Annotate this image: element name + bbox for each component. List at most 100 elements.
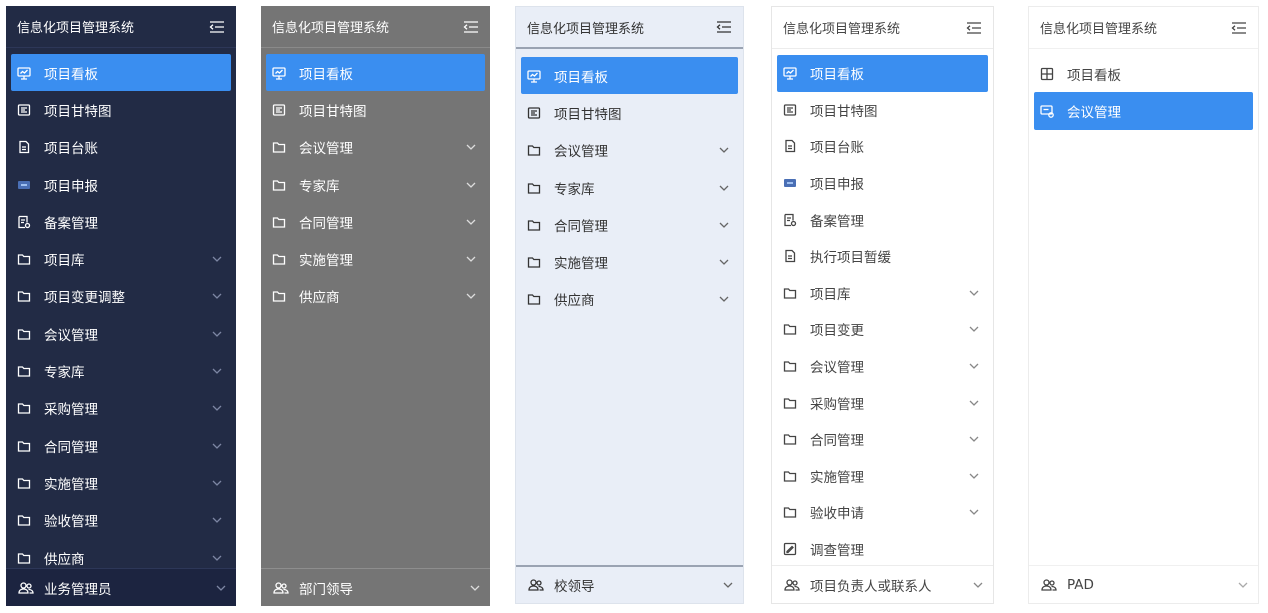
dashboard-icon: [272, 66, 286, 80]
folder-icon: [783, 432, 797, 446]
app-title: 信息化项目管理系统: [17, 21, 135, 36]
record-icon: [783, 213, 797, 227]
chevron-down-icon: [968, 433, 980, 445]
menu-item[interactable]: 项目库: [777, 275, 988, 312]
folder-icon: [272, 178, 286, 192]
menu-item[interactable]: 验收申请: [777, 494, 988, 531]
user-role-switcher[interactable]: 校领导: [516, 565, 743, 603]
menu-item-label: 实施管理: [299, 253, 353, 270]
chevron-down-icon: [968, 360, 980, 372]
menu-item[interactable]: 项目申报: [777, 165, 988, 202]
folder-icon: [17, 551, 31, 565]
folder-icon: [17, 327, 31, 341]
menu-item-label: 会议管理: [44, 327, 98, 344]
menu-item[interactable]: 备案管理: [777, 201, 988, 238]
chevron-down-icon: [465, 141, 477, 153]
collapse-menu-icon[interactable]: [462, 20, 480, 34]
menu-item[interactable]: 实施管理: [11, 464, 231, 501]
menu-item[interactable]: 供应商: [521, 281, 738, 318]
menu-item-label: 合同管理: [299, 215, 353, 232]
menu-item[interactable]: 项目看板: [777, 55, 988, 92]
menu-item[interactable]: 执行项目暂缓: [777, 238, 988, 275]
menu-item[interactable]: 专家库: [521, 169, 738, 206]
folder-icon: [527, 292, 541, 306]
menu-item[interactable]: 项目库: [11, 240, 231, 277]
menu-item[interactable]: 会议管理: [521, 132, 738, 169]
menu-item[interactable]: 专家库: [11, 352, 231, 389]
menu-item[interactable]: 供应商: [11, 539, 231, 568]
menu-item[interactable]: 专家库: [266, 166, 485, 203]
menu-item-label: 备案管理: [44, 215, 98, 232]
declare-icon: [17, 178, 31, 192]
menu-item[interactable]: 项目变更: [777, 311, 988, 348]
menu-item[interactable]: 项目看板: [1034, 55, 1253, 92]
collapse-menu-icon[interactable]: [1230, 21, 1248, 35]
user-role-switcher[interactable]: 业务管理员: [6, 568, 236, 606]
folder-icon: [17, 252, 31, 266]
menu-item[interactable]: 项目变更调整: [11, 278, 231, 315]
menu-item[interactable]: 采购管理: [777, 384, 988, 421]
menu-item[interactable]: 验收管理: [11, 502, 231, 539]
menu-item[interactable]: 合同管理: [11, 427, 231, 464]
ledger-icon: [783, 249, 797, 263]
menu-item[interactable]: 项目申报: [11, 166, 231, 203]
menu-item[interactable]: 会议管理: [11, 315, 231, 352]
menu-item[interactable]: 项目看板: [266, 54, 485, 92]
nav-menu: 项目看板 项目甘特图 会议管理 专家库合同管理实施管理供应商: [261, 48, 490, 568]
sidebar-header: 信息化项目管理系统: [772, 7, 993, 49]
chevron-down-icon: [465, 290, 477, 302]
menu-item[interactable]: 会议管理: [1034, 92, 1253, 130]
chevron-down-icon: [211, 514, 223, 526]
menu-item-label: 专家库: [44, 365, 85, 382]
menu-item-label: 实施管理: [554, 256, 608, 273]
chevron-down-icon: [973, 582, 983, 588]
menu-item[interactable]: 会议管理: [777, 348, 988, 385]
folder-icon: [272, 252, 286, 266]
menu-item[interactable]: 项目看板: [521, 57, 738, 95]
folder-icon: [17, 401, 31, 415]
menu-item[interactable]: 实施管理: [777, 458, 988, 495]
chevron-down-icon: [968, 397, 980, 409]
menu-item[interactable]: 供应商: [266, 278, 485, 315]
menu-item[interactable]: 项目甘特图: [521, 94, 738, 131]
chevron-down-icon: [718, 182, 730, 194]
menu-item[interactable]: 实施管理: [521, 243, 738, 280]
folder-icon: [272, 215, 286, 229]
menu-item[interactable]: 合同管理: [521, 206, 738, 243]
menu-item[interactable]: 项目甘特图: [11, 91, 231, 128]
dashboard-icon: [527, 69, 541, 83]
menu-item-label: 会议管理: [1067, 104, 1121, 121]
menu-item[interactable]: 调查管理: [777, 531, 988, 565]
menu-item-label: 项目甘特图: [554, 106, 622, 123]
menu-item[interactable]: 项目看板: [11, 54, 231, 92]
menu-item-label: 项目申报: [44, 178, 98, 195]
menu-item-label: 项目申报: [810, 177, 864, 194]
chevron-down-icon: [1238, 582, 1248, 588]
menu-item-label: 项目甘特图: [44, 103, 112, 120]
dashboard-icon: [17, 66, 31, 80]
user-role-switcher[interactable]: 部门领导: [261, 568, 490, 606]
menu-item[interactable]: 项目甘特图: [777, 92, 988, 129]
menu-item[interactable]: 会议管理: [266, 129, 485, 166]
menu-item[interactable]: 项目甘特图: [266, 91, 485, 128]
collapse-menu-icon[interactable]: [208, 20, 226, 34]
menu-item[interactable]: 合同管理: [266, 203, 485, 240]
menu-item[interactable]: 采购管理: [11, 390, 231, 427]
user-role-label: 业务管理员: [44, 581, 112, 598]
menu-item[interactable]: 项目台账: [11, 129, 231, 166]
user-role-switcher[interactable]: PAD: [1029, 565, 1258, 603]
folder-icon: [17, 289, 31, 303]
chevron-down-icon: [470, 585, 480, 591]
folder-icon: [17, 439, 31, 453]
menu-item[interactable]: 项目台账: [777, 128, 988, 165]
collapse-menu-icon[interactable]: [715, 20, 733, 34]
chevron-down-icon: [211, 440, 223, 452]
user-role-switcher[interactable]: 项目负责人或联系人: [772, 565, 993, 603]
menu-item[interactable]: 实施管理: [266, 240, 485, 277]
app-title: 信息化项目管理系统: [1040, 22, 1158, 37]
menu-item[interactable]: 备案管理: [11, 203, 231, 240]
folder-icon: [272, 289, 286, 303]
collapse-menu-icon[interactable]: [965, 21, 983, 35]
menu-item-label: 项目库: [44, 253, 85, 270]
menu-item[interactable]: 合同管理: [777, 421, 988, 458]
